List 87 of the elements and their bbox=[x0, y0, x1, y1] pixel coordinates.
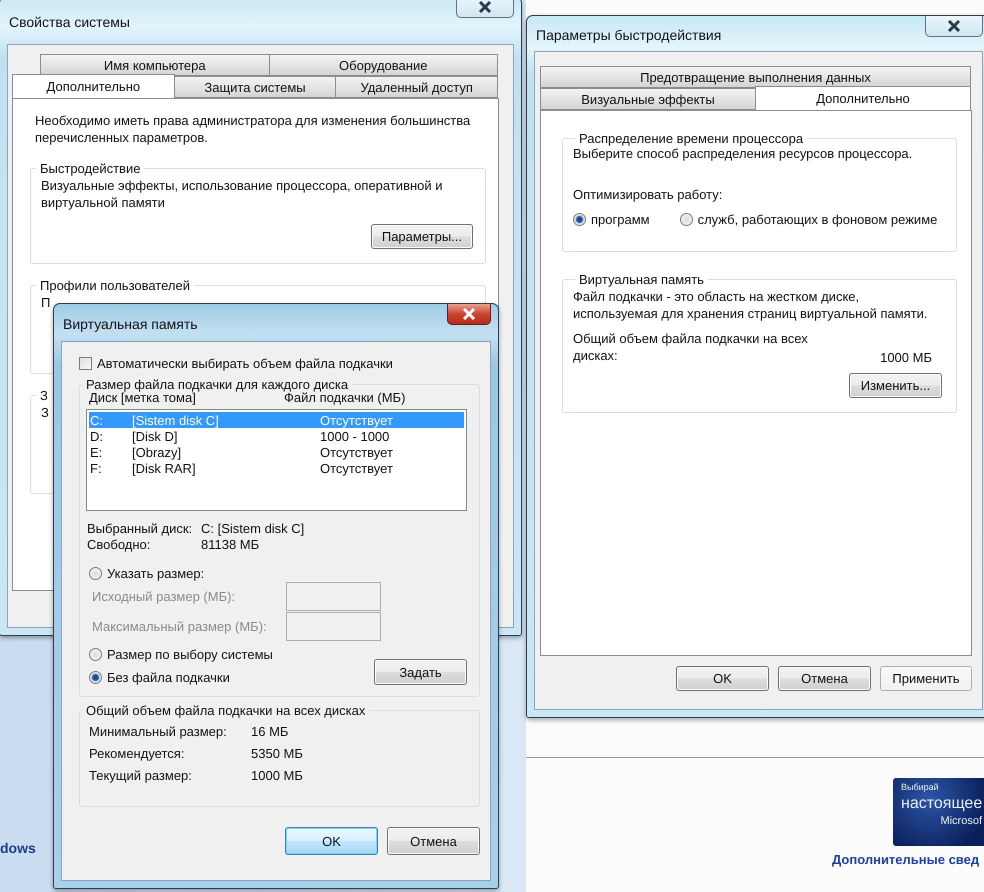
radio-label: Указать размер: bbox=[107, 566, 204, 581]
optimize-label: Оптимизировать работу: bbox=[573, 186, 722, 204]
notice-text: Необходимо иметь права администратора для изменения большинства перечисленных параметров. bbox=[34, 113, 472, 147]
radio-button[interactable] bbox=[573, 212, 586, 226]
settings-button[interactable]: Параметры... bbox=[370, 224, 473, 249]
list-cell-text: D: bbox=[90, 428, 104, 444]
list-cell-text: [Disk RAR] bbox=[132, 460, 197, 476]
close-button[interactable] bbox=[447, 304, 491, 325]
tab[interactable]: Дополнительно bbox=[12, 74, 175, 98]
list-row[interactable]: F: [Disk RAR] Отсутствует bbox=[89, 460, 464, 476]
radio-button[interactable] bbox=[89, 671, 102, 684]
group-title: Профили пользователей bbox=[39, 278, 191, 293]
list-cell-text: [Disk D] bbox=[132, 428, 178, 444]
close-icon bbox=[947, 20, 961, 32]
dialog-button[interactable]: Отмена bbox=[387, 827, 480, 855]
total-label: Общий объем файла подкачки на всех дисках: bbox=[573, 330, 809, 365]
list-row[interactable]: D: [Disk D] 1000 - 1000 bbox=[89, 428, 464, 444]
group-text: П bbox=[41, 294, 50, 312]
radio-label: программ bbox=[591, 212, 650, 227]
info-label: Свободно: bbox=[87, 537, 152, 552]
group-title: Быстродействие bbox=[39, 160, 142, 176]
checkbox[interactable] bbox=[79, 357, 92, 370]
link-text[interactable]: dows bbox=[0, 840, 36, 856]
info-label: Выбранный диск: bbox=[87, 521, 194, 536]
list-cell-text: C: bbox=[90, 412, 104, 428]
window-title: Виртуальная память bbox=[63, 316, 198, 332]
list-cell-text: [Sistem disk C] bbox=[132, 412, 220, 428]
info-value: 16 МБ bbox=[251, 724, 290, 739]
tab[interactable]: Дополнительно bbox=[755, 86, 971, 110]
info-label: Рекомендуется: bbox=[89, 746, 186, 761]
group-text: З bbox=[41, 404, 49, 422]
window-title: Свойства системы bbox=[9, 14, 130, 30]
list-cell-text: Отсутствует bbox=[320, 412, 394, 428]
close-icon bbox=[462, 308, 476, 320]
dialog-button[interactable]: OK bbox=[676, 666, 769, 691]
tab[interactable]: Имя компьютера bbox=[40, 54, 270, 76]
radio-button[interactable] bbox=[680, 212, 693, 226]
radio-label: служб, работающих в фоновом режиме bbox=[698, 212, 938, 227]
group-title: З bbox=[39, 388, 49, 403]
total-value: 1000 МБ bbox=[880, 350, 932, 365]
group-title: Общий объем файла подкачки на всех дисках bbox=[85, 703, 366, 718]
close-icon bbox=[478, 1, 492, 13]
dialog-button[interactable]: OK bbox=[285, 827, 378, 855]
close-button[interactable] bbox=[925, 16, 983, 37]
close-button[interactable] bbox=[456, 0, 514, 18]
checkbox-label: Автоматически выбирать объем файла подкачки bbox=[97, 356, 393, 371]
tab[interactable]: Предотвращение выполнения данных bbox=[540, 66, 971, 88]
group-text: Выберите способ распределения ресурсов процессора. bbox=[573, 146, 912, 163]
list-cell-text: E: bbox=[90, 444, 104, 460]
info-value: C: [Sistem disk C] bbox=[201, 521, 306, 536]
radio-button[interactable] bbox=[89, 648, 102, 661]
drive-list[interactable]: C: [Sistem disk C] Отсутствует D: [Disk D] 1000 - 1000 E: [Obrazy] Отсутствует F: [Disk RAR] Отсутствует bbox=[86, 409, 467, 511]
group-text: Файл подкачки - это область на жестком диске, используемая для хранения страниц виртуальной памяти. bbox=[573, 289, 929, 323]
change-button[interactable]: Изменить... bbox=[849, 372, 942, 398]
column-header: Диск [метка тома] bbox=[89, 390, 196, 405]
list-row[interactable]: E: [Obrazy] Отсутствует bbox=[89, 444, 464, 460]
badge-text: Выбирай bbox=[901, 782, 939, 794]
group-title: Размер файла подкачки для каждого диска bbox=[85, 377, 350, 392]
badge-text: Microsof bbox=[940, 814, 982, 829]
list-cell-text: [Obrazy] bbox=[132, 444, 182, 460]
list-cell-text: 1000 - 1000 bbox=[320, 428, 390, 444]
info-value: 81138 МБ bbox=[201, 537, 260, 552]
radio-label: Без файла подкачки bbox=[107, 670, 230, 685]
set-button[interactable]: Задать bbox=[374, 659, 467, 685]
list-cell-text: Отсутствует bbox=[320, 444, 394, 460]
dialog-button[interactable]: Применить bbox=[880, 666, 972, 691]
tab[interactable]: Защита системы bbox=[174, 76, 336, 98]
more-info-link[interactable]: Дополнительные свед bbox=[832, 852, 980, 867]
dialog-button[interactable]: Отмена bbox=[778, 666, 871, 691]
group-title: Распределение времени процессора bbox=[578, 131, 804, 146]
radio-button[interactable] bbox=[89, 567, 102, 580]
badge-text: настоящее bbox=[901, 794, 982, 814]
list-cell-text: F: bbox=[90, 460, 103, 476]
info-label: Текущий размер: bbox=[89, 768, 193, 783]
tab[interactable]: Визуальные эффекты bbox=[540, 88, 756, 110]
group-title: Виртуальная память bbox=[578, 272, 705, 287]
field-label: Максимальный размер (МБ): bbox=[92, 618, 268, 634]
tab[interactable]: Оборудование bbox=[268, 54, 498, 76]
radio-label: Размер по выбору системы bbox=[107, 647, 273, 662]
tab[interactable]: Удаленный доступ bbox=[335, 76, 498, 98]
field-label: Исходный размер (МБ): bbox=[92, 588, 236, 604]
info-label: Минимальный размер: bbox=[89, 724, 228, 739]
info-value: 5350 МБ bbox=[251, 746, 304, 761]
window-title: Параметры быстродействия bbox=[536, 27, 722, 43]
list-cell-text: Отсутствует bbox=[320, 460, 394, 476]
group-text: Визуальные эффекты, использование процессора, оперативной и виртуальной памяти bbox=[41, 178, 444, 212]
info-value: 1000 МБ bbox=[251, 768, 304, 783]
